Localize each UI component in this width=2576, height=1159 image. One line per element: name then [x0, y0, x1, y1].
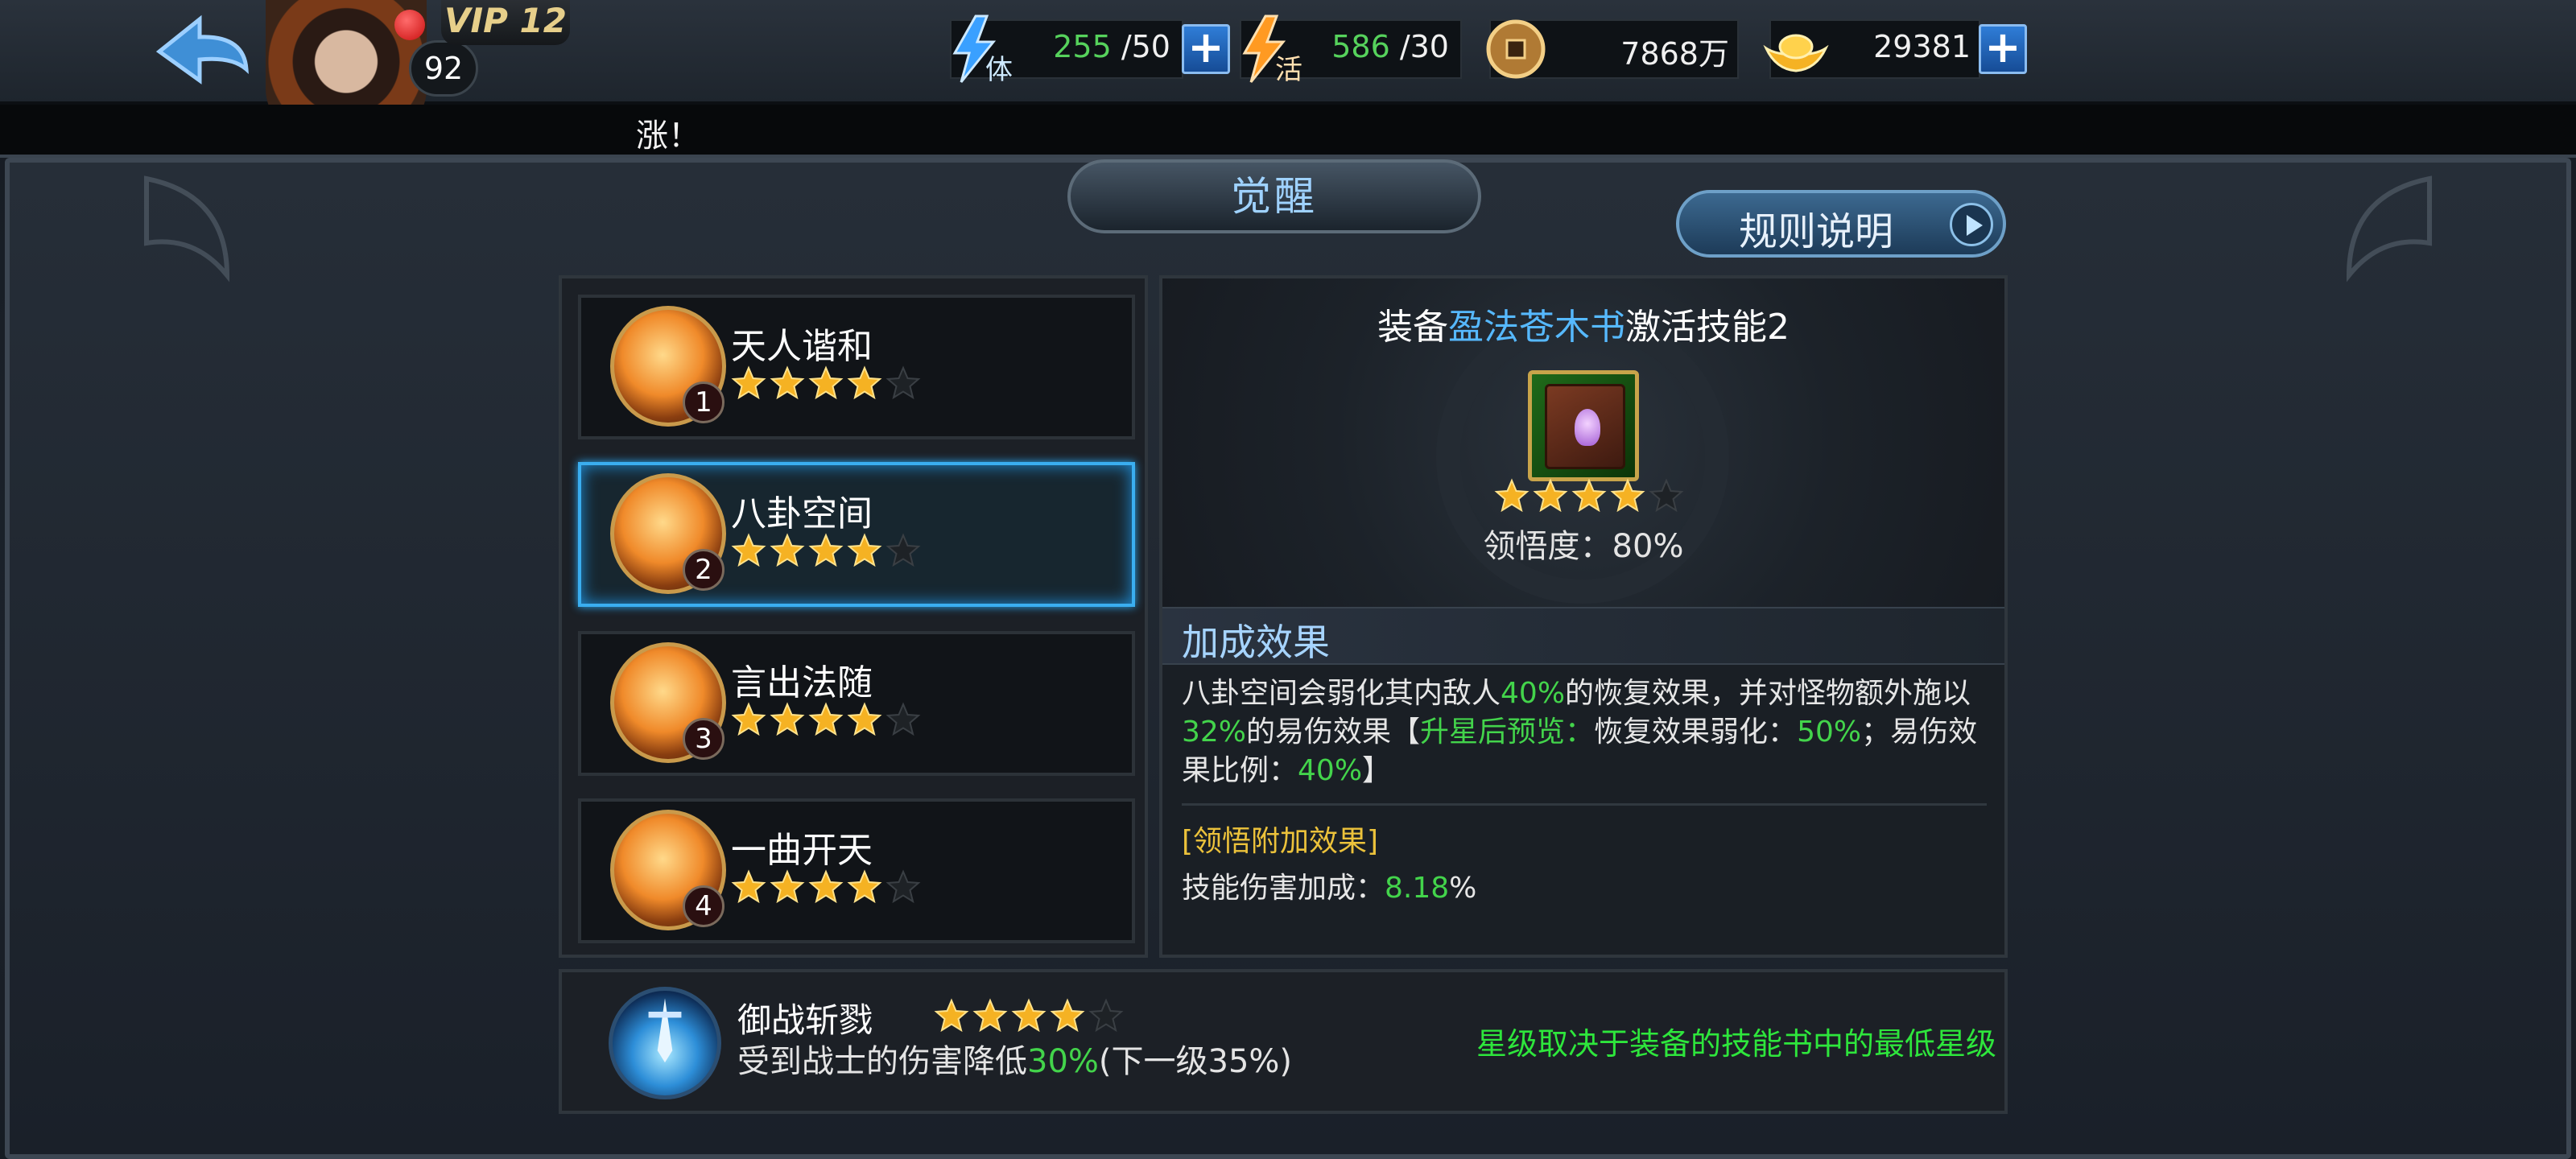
skill-stars [731, 365, 921, 401]
star-filled-icon [1011, 998, 1046, 1033]
vip-badge[interactable]: VIP 12 [441, 0, 570, 45]
skill-book-icon[interactable] [1528, 370, 1639, 481]
star-filled-icon [770, 702, 805, 736]
star-filled-icon [1050, 998, 1085, 1033]
skill-name: 八卦空间 [731, 493, 873, 534]
bonus-header: 加成效果 [1162, 607, 2004, 665]
star-filled-icon [770, 869, 805, 904]
skill-name: 一曲开天 [731, 830, 873, 871]
star-filled-icon [808, 869, 844, 904]
skill-item-3[interactable]: 3 言出法随 [578, 631, 1135, 776]
star-filled-icon [847, 702, 882, 736]
star-filled-icon [934, 998, 969, 1033]
star-filled-icon [847, 365, 882, 400]
player-level: 92 [409, 40, 478, 97]
book-cover [1545, 384, 1625, 469]
book-showcase: 装备盈法苍木书激活技能2 领悟度：80% [1162, 278, 2004, 607]
skill-stars [731, 533, 921, 568]
back-arrow-icon[interactable] [151, 11, 256, 100]
extra-effect-value: 技能伤害加成：8.18% [1182, 872, 1477, 905]
bonus-title: 加成效果 [1182, 621, 1330, 664]
vitality-value: 586 /30 [1331, 29, 1449, 64]
play-arrow-icon [1950, 203, 1993, 246]
stamina-value: 255 /50 [1053, 29, 1170, 64]
passive-description: 受到战士的伤害降低30%(下一级35%) [737, 1043, 1293, 1080]
bonus-description: 八卦空间会弱化其内敌人40%的恢复效果，并对怪物额外施以32%的易伤效果【升星后… [1182, 677, 1978, 787]
book-name: 盈法苍木书 [1448, 307, 1625, 348]
star-empty-icon [886, 702, 921, 736]
star-filled-icon [808, 365, 844, 400]
ingot-resource: 29381 + [1763, 19, 2027, 79]
passive-skill-panel: 御战斩戮 受到战士的伤害降低30%(下一级35%) 星级取决于装备的技能书中的最… [559, 969, 2008, 1114]
skill-stars [731, 702, 921, 737]
notification-dot [394, 10, 425, 40]
equip-requirement: 装备盈法苍木书激活技能2 [1377, 307, 1790, 348]
ingot-value: 29381 [1873, 29, 1971, 64]
gold-ingot-icon [1763, 34, 1829, 72]
svg-text:活: 活 [1275, 54, 1302, 85]
star-filled-icon [731, 869, 766, 904]
star-filled-icon [770, 365, 805, 400]
svg-text:体: 体 [985, 54, 1013, 85]
star-filled-icon [847, 533, 882, 567]
skill-name: 言出法随 [731, 662, 873, 703]
announcement-bar: 涨！ [0, 105, 2576, 158]
star-empty-icon [1088, 998, 1124, 1033]
skill-name: 天人谐和 [731, 326, 873, 367]
skill-number-badge: 3 [683, 718, 724, 760]
star-filled-icon [1610, 478, 1645, 513]
skill-number-badge: 1 [683, 382, 724, 423]
star-rule-hint: 星级取决于装备的技能书中的最低星级 [1476, 1026, 1996, 1062]
stamina-resource: 体 255 /50 + [950, 14, 1230, 85]
skill-item-2[interactable]: 2 八卦空间 [578, 462, 1135, 607]
copper-value: 7868万 [1620, 36, 1729, 72]
copper-resource: 7868万 [1486, 19, 1739, 79]
star-filled-icon [972, 998, 1008, 1033]
passive-stars [934, 998, 1124, 1033]
rules-button-label: 规则说明 [1739, 209, 1894, 254]
comprehension-level: 领悟度：80% [1483, 528, 1684, 565]
sword-icon [648, 998, 682, 1063]
extra-effect-title: [领悟附加效果] [1182, 825, 1379, 858]
star-empty-icon [886, 869, 921, 904]
skill-item-1[interactable]: 1 天人谐和 [578, 295, 1135, 439]
star-empty-icon [886, 533, 921, 567]
page-title: 觉醒 [1067, 159, 1481, 233]
book-gem-icon [1575, 409, 1600, 446]
ornament-icon [2346, 175, 2432, 283]
ornament-icon [144, 175, 230, 283]
star-filled-icon [1571, 478, 1607, 513]
announcement-text: 涨！ [636, 118, 700, 155]
divider [1182, 803, 1987, 806]
star-filled-icon [808, 533, 844, 567]
copper-coin-icon [1486, 19, 1546, 79]
star-filled-icon [731, 702, 766, 736]
star-empty-icon [886, 365, 921, 400]
skill-number-badge: 2 [683, 549, 724, 591]
star-empty-icon [1649, 478, 1684, 513]
star-filled-icon [1494, 478, 1530, 513]
skill-number-badge: 4 [683, 885, 724, 927]
top-bar: 92 VIP 12 体 255 /50 + 活 586 /30 7868万 29… [0, 0, 2576, 143]
skill-stars [731, 869, 921, 905]
skill-list: 1 天人谐和 2 八卦空间 3 言出法随 4 一曲开天 [559, 275, 1148, 958]
skill-item-4[interactable]: 4 一曲开天 [578, 798, 1135, 943]
star-filled-icon [847, 869, 882, 904]
star-filled-icon [770, 533, 805, 567]
skill-detail: 装备盈法苍木书激活技能2 领悟度：80% 加成效果 八卦空间会弱化其内敌人40%… [1159, 275, 2008, 958]
stamina-plus-button[interactable]: + [1182, 24, 1230, 74]
star-filled-icon [808, 702, 844, 736]
star-filled-icon [731, 533, 766, 567]
lightning-ti-icon: 体 [952, 14, 1013, 85]
book-stars [1494, 478, 1684, 514]
vitality-resource: 活 586 /30 [1240, 14, 1462, 85]
sword-skill-icon[interactable] [609, 987, 721, 1099]
star-filled-icon [731, 365, 766, 400]
star-filled-icon [1533, 478, 1568, 513]
lightning-huo-icon: 活 [1242, 14, 1302, 85]
ingot-plus-button[interactable]: + [1979, 24, 2027, 74]
game-screen: 92 VIP 12 体 255 /50 + 活 586 /30 7868万 29… [0, 0, 2576, 1159]
rules-button[interactable]: 规则说明 [1676, 190, 2006, 258]
page-title-text: 觉醒 [1231, 173, 1318, 220]
